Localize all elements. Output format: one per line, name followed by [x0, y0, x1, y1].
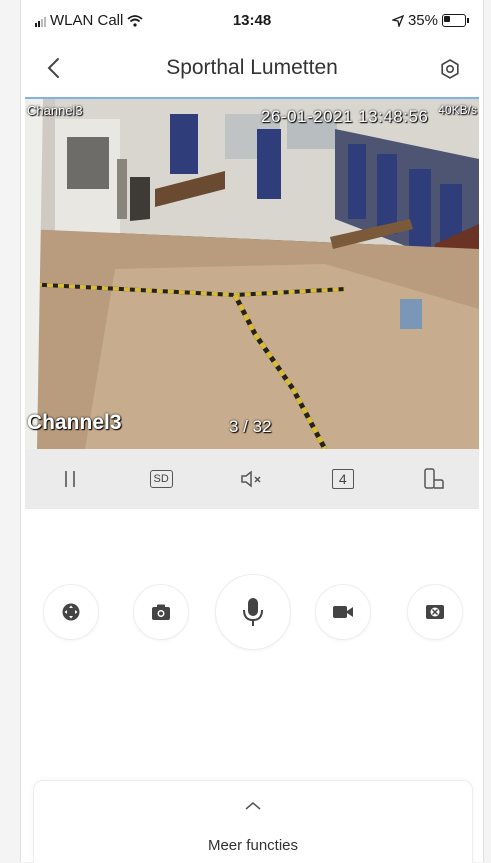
chevron-up-icon: [245, 802, 261, 810]
fisheye-button[interactable]: [407, 584, 463, 640]
more-functions-panel[interactable]: Meer functies: [33, 780, 473, 863]
split-screen-button[interactable]: 4: [318, 459, 368, 499]
playback-toolbar: SD 4: [25, 449, 479, 509]
more-functions-label: Meer functies: [207, 837, 299, 854]
channel-label-bottom: Channel3: [27, 411, 122, 434]
nav-bar: Sporthal Lumetten: [21, 40, 483, 96]
expand-button[interactable]: [240, 797, 266, 815]
split-count: 4: [331, 469, 354, 489]
quality-button[interactable]: SD: [136, 459, 186, 499]
record-button[interactable]: [315, 584, 371, 640]
battery-icon: [442, 14, 466, 27]
speaker-muted-icon: [241, 470, 261, 488]
settings-button[interactable]: [435, 54, 465, 84]
video-timestamp: 26-01-2021 13:48:56: [261, 107, 429, 126]
ptz-button[interactable]: [43, 584, 99, 640]
quality-badge: SD: [149, 470, 173, 488]
fisheye-icon: [426, 605, 444, 619]
camera-feed-image: [25, 99, 479, 449]
battery-cap: [467, 18, 469, 23]
location-icon: [391, 14, 404, 27]
pause-icon: [65, 471, 76, 487]
action-buttons: [21, 574, 483, 650]
talk-button[interactable]: [215, 574, 291, 650]
rotate-screen-icon: [423, 468, 444, 489]
camera-icon: [152, 604, 170, 620]
ptz-joystick-icon: [62, 603, 80, 621]
rotate-button[interactable]: [409, 459, 459, 499]
video-camera-icon: [333, 606, 353, 618]
page-title: Sporthal Lumetten: [166, 56, 338, 79]
microphone-icon: [243, 598, 263, 626]
snapshot-button[interactable]: [133, 584, 189, 640]
status-right: 35%: [391, 12, 469, 29]
mute-button[interactable]: [227, 459, 277, 499]
status-bar: WLAN Call 13:48 35%: [21, 0, 483, 40]
bitrate-label: 40KB/s: [438, 103, 477, 117]
settings-icon: [441, 59, 459, 79]
channel-label-top: Channel3: [27, 103, 83, 118]
camera-live-view[interactable]: Channel3 26-01-2021 13:48:56 40KB/s Chan…: [25, 97, 479, 449]
pause-button[interactable]: [45, 459, 95, 499]
battery-percentage: 35%: [407, 12, 438, 29]
app-screen: WLAN Call 13:48 35% Sporthal Lumetten Ch…: [20, 0, 484, 863]
channel-page-indicator: 3 / 32: [229, 417, 272, 436]
